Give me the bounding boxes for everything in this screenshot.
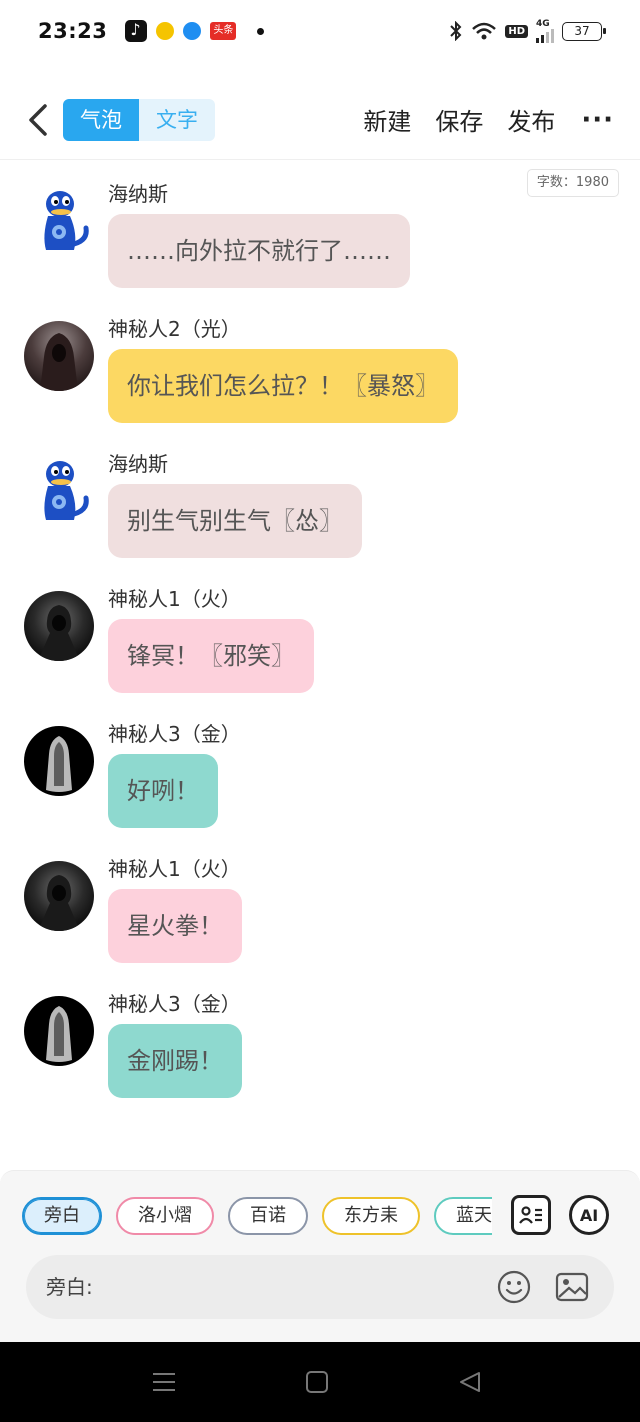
cellular-signal: 4G: [536, 18, 554, 43]
message-input[interactable]: 旁白:: [26, 1255, 614, 1319]
message-bubble[interactable]: 星火拳！: [108, 889, 242, 963]
top-nav-bar: 气泡 文字 新建 保存 发布 ···: [0, 80, 640, 160]
battery-indicator: 37: [562, 21, 606, 41]
word-count-badge: 字数：1980: [526, 169, 619, 197]
sender-name: 海纳斯: [108, 452, 168, 476]
mascot-avatar[interactable]: [24, 456, 94, 526]
home-icon[interactable]: [305, 1370, 329, 1394]
tiktok-icon: [125, 20, 148, 42]
toutiao-icon: 头条: [210, 22, 237, 40]
network-type: 4G: [536, 18, 550, 29]
bluetooth-icon: [450, 21, 462, 41]
more-notifications-dot: [257, 27, 265, 35]
signal-bars-icon: [536, 28, 554, 43]
back-triangle-icon[interactable]: [458, 1370, 482, 1394]
new-button[interactable]: 新建: [363, 102, 411, 137]
menu-icon[interactable]: [152, 1370, 176, 1394]
mascot-avatar[interactable]: [24, 186, 94, 256]
message-bubble[interactable]: 好咧！: [108, 754, 218, 828]
ai-assistant-button[interactable]: AI: [569, 1195, 609, 1235]
emoji-icon[interactable]: [496, 1269, 532, 1305]
dark-hoodie-avatar[interactable]: [24, 591, 94, 661]
message-bubble[interactable]: ……向外拉不就行了……: [108, 214, 410, 288]
bird-app-icon: [156, 22, 175, 40]
speaker-chip[interactable]: 百诺: [228, 1197, 308, 1235]
message-bubble[interactable]: 你让我们怎么拉？！〖暴怒〗: [108, 349, 458, 423]
hd-badge: HD: [505, 24, 528, 38]
input-speaker-label: 旁白:: [46, 1275, 93, 1299]
nav-actions: 新建 保存 发布 ···: [339, 102, 640, 137]
notification-icons: 头条: [125, 20, 265, 42]
speaker-chip-list: 旁白 洛小熠 百诺 东方耒 蓝天画: [22, 1197, 492, 1237]
sender-name: 神秘人1（火）: [108, 587, 241, 611]
chevron-left-icon: [29, 103, 47, 136]
message-bubble[interactable]: 金刚踢！: [108, 1024, 242, 1098]
back-button[interactable]: [18, 100, 58, 140]
sender-name: 神秘人2（光）: [108, 317, 241, 341]
sender-name: 神秘人3（金）: [108, 722, 241, 746]
contact-card-icon: [519, 1206, 542, 1224]
save-button[interactable]: 保存: [435, 102, 483, 137]
cloaked-figure-avatar[interactable]: [24, 996, 94, 1066]
system-status-icons: HD 4G 37: [449, 18, 606, 43]
status-bar: 23:23 头条 HD 4G 37: [0, 0, 640, 62]
message-bubble[interactable]: 别生气别生气〖怂〗: [108, 484, 362, 558]
status-time: 23:23: [38, 19, 108, 43]
sender-name: 神秘人3（金）: [108, 992, 241, 1016]
blue-app-icon: [183, 22, 202, 40]
speaker-chip[interactable]: 洛小熠: [116, 1197, 214, 1235]
character-manager-button[interactable]: [511, 1195, 551, 1235]
speaker-chip-narrator[interactable]: 旁白: [22, 1197, 102, 1235]
tab-text[interactable]: 文字: [139, 98, 215, 141]
wifi-icon: [472, 22, 497, 40]
composer-panel: 旁白 洛小熠 百诺 东方耒 蓝天画 AI 旁白:: [0, 1170, 640, 1342]
sender-name: 神秘人1（火）: [108, 857, 241, 881]
dark-hoodie-avatar[interactable]: [24, 861, 94, 931]
more-menu-button[interactable]: ···: [581, 105, 614, 135]
image-icon[interactable]: [554, 1269, 590, 1305]
publish-button[interactable]: 发布: [507, 102, 555, 137]
tab-bubble[interactable]: 气泡: [63, 98, 139, 141]
sender-name: 海纳斯: [108, 182, 168, 206]
mode-switch: 气泡 文字: [63, 98, 215, 141]
message-bubble[interactable]: 锋冥！〖邪笑〗: [108, 619, 314, 693]
cloaked-figure-avatar[interactable]: [24, 726, 94, 796]
hooded-figure-avatar[interactable]: [24, 321, 94, 391]
system-navigation-bar: [0, 1342, 640, 1422]
speaker-chip[interactable]: 蓝天画: [434, 1197, 492, 1235]
speaker-chip[interactable]: 东方耒: [322, 1197, 420, 1235]
